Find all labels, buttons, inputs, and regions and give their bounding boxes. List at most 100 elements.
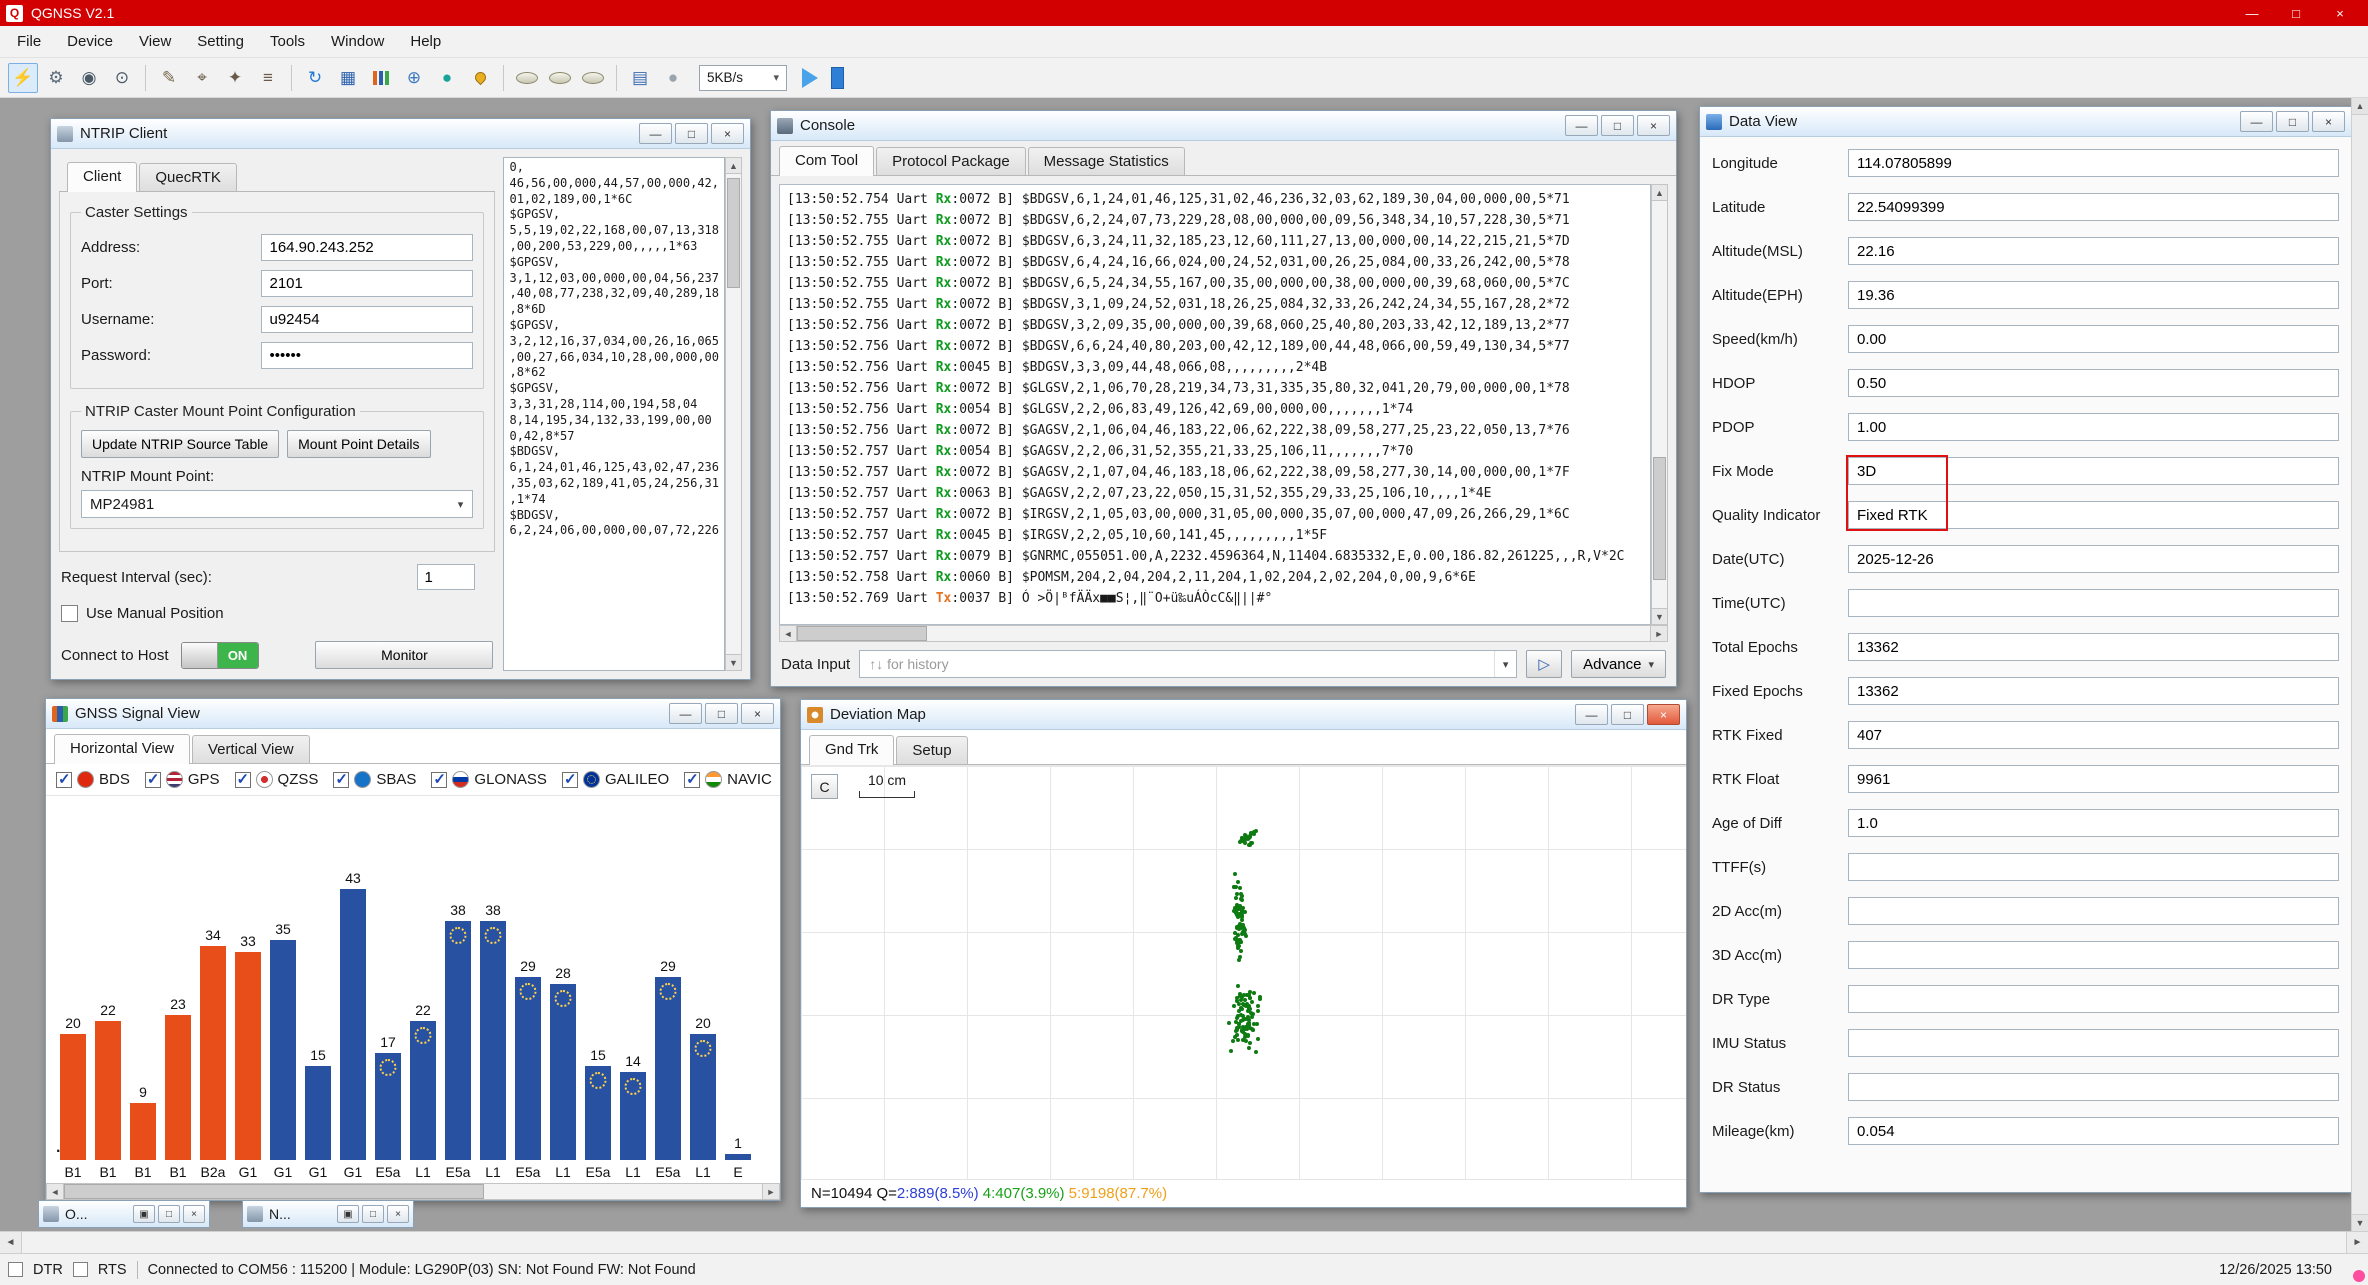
maximize-button[interactable]: □	[705, 703, 738, 724]
scroll-thumb[interactable]	[797, 626, 927, 641]
dataview-value-dr-type[interactable]	[1848, 985, 2339, 1013]
close-button[interactable]: ×	[1637, 115, 1670, 136]
field-input-port[interactable]	[261, 270, 473, 297]
maximize-button[interactable]: □	[2276, 111, 2309, 132]
dataview-value-3d-acc-m[interactable]	[1848, 941, 2339, 969]
dataview-value-fix-mode[interactable]	[1848, 457, 2339, 485]
dataview-value-time-utc[interactable]	[1848, 589, 2339, 617]
refresh-icon[interactable]: ↻	[300, 63, 330, 93]
firmware-tool-icon[interactable]: ✎	[154, 63, 184, 93]
badge-left-icon[interactable]	[512, 63, 542, 93]
dataview-value-altitude-msl[interactable]	[1848, 237, 2339, 265]
close-button[interactable]: ×	[387, 1205, 409, 1223]
config-tool-icon[interactable]: ✦	[220, 63, 250, 93]
minimized-window[interactable]: O...▣□×	[38, 1200, 210, 1228]
constellation-gps[interactable]: GPS	[145, 771, 220, 788]
scroll-down-icon[interactable]: ▼	[1652, 608, 1667, 624]
center-button[interactable]: C	[811, 774, 838, 799]
dataview-value-rtk-fixed[interactable]	[1848, 721, 2339, 749]
scroll-down-icon[interactable]: ▼	[2352, 1214, 2368, 1231]
tab-client[interactable]: Client	[67, 162, 137, 192]
console-vscrollbar[interactable]: ▲ ▼	[1651, 184, 1668, 625]
constellation-qzss[interactable]: QZSS	[235, 771, 319, 788]
dataview-value-2d-acc-m[interactable]	[1848, 897, 2339, 925]
antenna-tool-icon[interactable]: ≡	[253, 63, 283, 93]
advance-button[interactable]: Advance▾	[1571, 650, 1666, 678]
restore-button[interactable]: ▣	[337, 1205, 359, 1223]
tab-protocol-package[interactable]: Protocol Package	[876, 147, 1026, 175]
close-button[interactable]: ×	[2318, 0, 2362, 26]
play-button[interactable]	[802, 68, 818, 88]
ntrip-title-bar[interactable]: NTRIP Client —□×	[51, 119, 750, 149]
scroll-thumb[interactable]	[64, 1184, 484, 1199]
scroll-right-icon[interactable]: ►	[762, 1184, 779, 1199]
minimize-button[interactable]: —	[639, 123, 672, 144]
chevron-down-icon[interactable]: ▾	[1494, 651, 1516, 677]
menu-item-setting[interactable]: Setting	[184, 28, 257, 55]
deviation-title-bar[interactable]: Deviation Map —□×	[801, 700, 1686, 730]
close-button[interactable]: ×	[741, 703, 774, 724]
restore-button[interactable]: ▣	[133, 1205, 155, 1223]
tab-com-tool[interactable]: Com Tool	[779, 146, 874, 176]
scroll-right-icon[interactable]: ►	[1650, 626, 1667, 641]
dataview-value-latitude[interactable]	[1848, 193, 2339, 221]
minimize-button[interactable]: —	[669, 703, 702, 724]
checkbox-qzss[interactable]	[235, 772, 251, 788]
request-interval-input[interactable]	[417, 564, 475, 590]
close-button[interactable]: ×	[2312, 111, 2345, 132]
scroll-up-icon[interactable]: ▲	[1652, 185, 1667, 201]
dataview-value-date-utc[interactable]	[1848, 545, 2339, 573]
speed-combo[interactable]: 5KB/s ▾	[699, 65, 787, 91]
nmea-output[interactable]: 0, 46,56,00,000,44,57,00,000,42, 01,02,1…	[503, 157, 725, 671]
menu-item-device[interactable]: Device	[54, 28, 126, 55]
rts-checkbox[interactable]	[73, 1262, 88, 1277]
search-file-icon[interactable]: ⊙	[107, 63, 137, 93]
menu-item-view[interactable]: View	[126, 28, 184, 55]
dataview-value-hdop[interactable]	[1848, 369, 2339, 397]
maximize-button[interactable]: □	[1611, 704, 1644, 725]
checkbox-glonass[interactable]	[431, 772, 447, 788]
network-icon[interactable]: ⊕	[399, 63, 429, 93]
update-source-table-button[interactable]: Update NTRIP Source Table	[81, 430, 279, 458]
use-manual-position-option[interactable]: Use Manual Position	[61, 605, 493, 622]
device-monitor-icon[interactable]: ◉	[74, 63, 104, 93]
minimize-button[interactable]: —	[1575, 704, 1608, 725]
dataview-value-dr-status[interactable]	[1848, 1073, 2339, 1101]
maximize-button[interactable]: □	[2274, 0, 2318, 26]
constellation-sbas[interactable]: SBAS	[333, 771, 416, 788]
scroll-thumb[interactable]	[1653, 457, 1666, 580]
notification-icon[interactable]	[2353, 1270, 2365, 1282]
mount-point-select[interactable]: MP24981 ▾	[81, 490, 473, 518]
constellation-bds[interactable]: BDS	[56, 771, 130, 788]
minimized-window[interactable]: N...▣□×	[242, 1200, 414, 1228]
mdi-vertical-scrollbar[interactable]: ▲ ▼	[2351, 98, 2368, 1231]
maximize-button[interactable]: □	[158, 1205, 180, 1223]
maximize-button[interactable]: □	[362, 1205, 384, 1223]
dataview-value-total-epochs[interactable]	[1848, 633, 2339, 661]
settings-icon[interactable]: ⚙	[41, 63, 71, 93]
dataview-value-imu-status[interactable]	[1848, 1029, 2339, 1057]
menu-item-help[interactable]: Help	[397, 28, 454, 55]
connect-toggle[interactable]: ON	[181, 642, 259, 669]
tab-message-statistics[interactable]: Message Statistics	[1028, 147, 1185, 175]
menu-item-tools[interactable]: Tools	[257, 28, 318, 55]
tab-vertical-view[interactable]: Vertical View	[192, 735, 310, 763]
deviation-plot[interactable]: C 10 cm	[801, 765, 1686, 1179]
menu-item-file[interactable]: File	[4, 28, 54, 55]
dataview-value-speed-km-h[interactable]	[1848, 325, 2339, 353]
tab-quecrtk[interactable]: QuecRTK	[139, 163, 237, 191]
round-disabled-icon[interactable]: ●	[658, 63, 688, 93]
connect-device-icon[interactable]: ⚡	[8, 63, 38, 93]
dataview-title-bar[interactable]: Data View —□×	[1700, 107, 2351, 137]
location-pin-icon[interactable]	[465, 63, 495, 93]
dataview-value-pdop[interactable]	[1848, 413, 2339, 441]
field-input-password[interactable]	[261, 342, 473, 369]
signal-title-bar[interactable]: GNSS Signal View —□×	[46, 699, 780, 729]
close-button[interactable]: ×	[711, 123, 744, 144]
field-input-username[interactable]	[261, 306, 473, 333]
terminal-icon[interactable]: ▤	[625, 63, 655, 93]
close-button[interactable]: ×	[1647, 704, 1680, 725]
constellation-glonass[interactable]: GLONASS	[431, 771, 547, 788]
data-table-icon[interactable]: ▦	[333, 63, 363, 93]
console-title-bar[interactable]: Console —□×	[771, 111, 1676, 141]
